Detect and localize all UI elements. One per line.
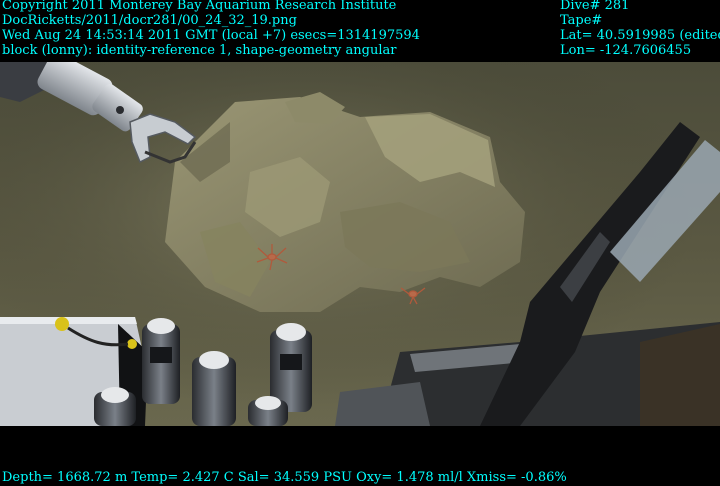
sensor-readout-text: Depth= 1668.72 m Temp= 2.427 C Sal= 34.5… (2, 470, 567, 485)
seafloor-scene-image (0, 62, 720, 426)
seafloor-camera-view (0, 62, 720, 426)
metadata-header: Copyright 2011 Monterey Bay Aquarium Res… (0, 0, 720, 62)
dive-number-text: Dive# 281 (560, 0, 630, 13)
tape-text: Tape# (560, 13, 603, 28)
file-path-text: DocRicketts/2011/docr281/00_24_32_19.png (2, 13, 297, 28)
block-annotation-text: block (lonny): identity-reference 1, sha… (2, 43, 397, 58)
sensor-footer: Depth= 1668.72 m Temp= 2.427 C Sal= 34.5… (0, 426, 720, 486)
latitude-text: Lat= 40.5919985 (edited) (560, 28, 720, 43)
datetime-text: Wed Aug 24 14:53:14 2011 GMT (local +7) … (2, 28, 420, 43)
copyright-text: Copyright 2011 Monterey Bay Aquarium Res… (2, 0, 397, 13)
longitude-text: Lon= -124.7606455 (560, 43, 692, 58)
